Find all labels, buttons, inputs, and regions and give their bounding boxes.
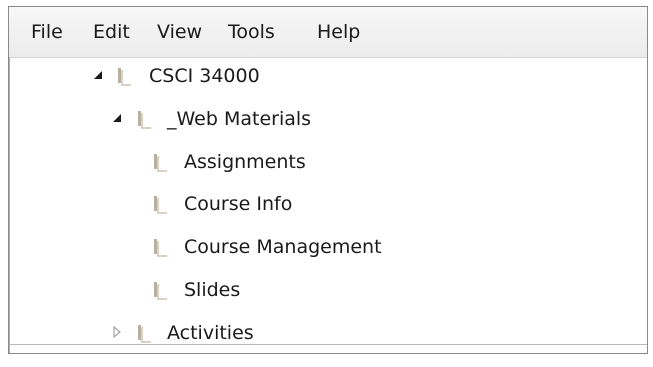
- tree-item-assignments[interactable]: Assignments: [9, 143, 647, 183]
- expand-down-triangle-icon[interactable]: [112, 110, 124, 126]
- expand-down-triangle-icon[interactable]: [93, 67, 105, 83]
- tree-item-slides[interactable]: Slides: [9, 271, 647, 311]
- tree-item-csci-34000[interactable]: CSCI 34000: [9, 57, 647, 97]
- tree-item-activities[interactable]: Activities: [9, 314, 647, 353]
- explorer-window: File Edit View Tools Help CSCI 34000 _Web…: [8, 6, 648, 354]
- folder-icon: [115, 66, 133, 87]
- menu-view[interactable]: View: [157, 21, 202, 43]
- pane-divider: [9, 344, 647, 345]
- menu-bar: File Edit View Tools Help: [9, 7, 647, 58]
- folder-icon: [135, 109, 153, 130]
- tree-item-label: _Web Materials: [167, 108, 312, 130]
- folder-icon: [135, 323, 153, 344]
- collapse-right-triangle-icon[interactable]: [112, 324, 124, 340]
- menu-edit[interactable]: Edit: [93, 21, 130, 43]
- tree-item-course-management[interactable]: Course Management: [9, 228, 647, 268]
- tree-item-label: Activities: [167, 322, 254, 344]
- tree-item-label: Course Management: [184, 236, 382, 258]
- menu-tools[interactable]: Tools: [228, 21, 275, 43]
- folder-icon: [151, 194, 169, 215]
- tree-item-label: Assignments: [184, 151, 306, 173]
- folder-icon: [151, 280, 169, 301]
- tree-item-web-materials[interactable]: _Web Materials: [9, 100, 647, 140]
- tree-item-label: Slides: [184, 279, 241, 301]
- folder-tree[interactable]: CSCI 34000 _Web Materials Assignments Cours…: [9, 57, 647, 353]
- tree-item-course-info[interactable]: Course Info: [9, 185, 647, 225]
- tree-item-label: Course Info: [184, 193, 293, 215]
- folder-icon: [151, 152, 169, 173]
- tree-item-label: CSCI 34000: [149, 65, 260, 87]
- folder-icon: [151, 237, 169, 258]
- menu-file[interactable]: File: [31, 21, 63, 43]
- menu-help[interactable]: Help: [317, 21, 360, 43]
